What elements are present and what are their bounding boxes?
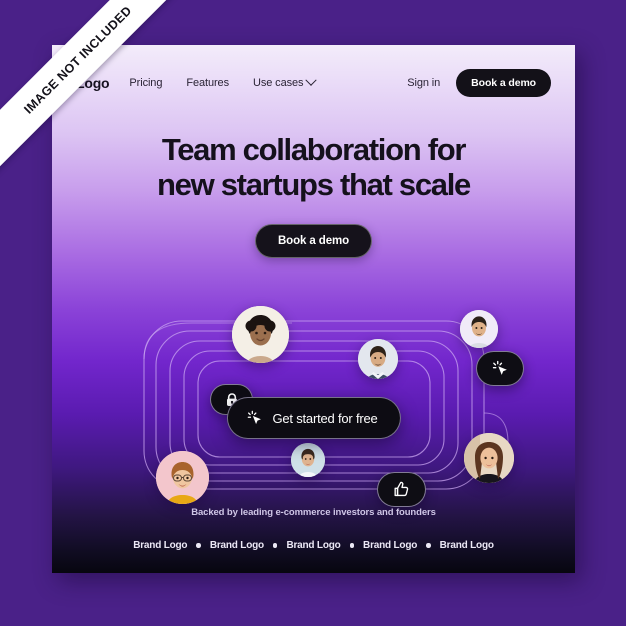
avatar-image [156, 451, 209, 504]
avatar-bottom-center[interactable] [291, 443, 325, 477]
separator-dot-icon [272, 543, 278, 548]
cursor-badge[interactable] [476, 351, 524, 386]
avatar-top-right[interactable] [460, 310, 498, 348]
network-orbit-graphic: Get started for free [52, 293, 575, 523]
nav-link-use-cases-label: Use cases [252, 76, 304, 89]
sign-in-link[interactable]: Sign in [407, 77, 440, 89]
landing-page-card: Logo Pricing Features Use cases Sign in … [52, 45, 575, 573]
avatar-bottom-left[interactable] [156, 451, 209, 504]
nav-link-use-cases[interactable]: Use cases [252, 74, 318, 89]
brand-logo-item: Brand Logo [439, 540, 494, 551]
avatar-image [291, 443, 325, 477]
screenshot-canvas: Logo Pricing Features Use cases Sign in … [0, 0, 626, 626]
thumbs-up-icon [394, 481, 409, 497]
hero-section: Team collaboration for new startups that… [52, 132, 575, 259]
brand-logo-item: Brand Logo [209, 540, 264, 551]
headline-line-1: Team collaboration for [161, 132, 467, 167]
avatar-image [460, 310, 498, 348]
avatar-top-left[interactable] [232, 306, 289, 363]
nav-link-features-label: Features [186, 76, 229, 89]
avatar-image [358, 339, 398, 379]
avatar-image [464, 433, 514, 483]
backed-by-text: Backed by leading e-commerce investors a… [191, 507, 436, 518]
separator-dot-icon [196, 543, 201, 548]
brand-logo-item: Brand Logo [286, 540, 341, 551]
nav-link-features[interactable]: Features [186, 77, 229, 89]
thumbs-up-badge[interactable] [377, 472, 426, 507]
brand-logo-item: Brand Logo [133, 540, 188, 551]
page-title: Team collaboration for new startups that… [99, 132, 529, 202]
avatar-bottom-right[interactable] [464, 433, 514, 483]
hero-book-a-demo-button[interactable]: Book a demo [254, 224, 373, 259]
top-navigation-bar: Logo Pricing Features Use cases Sign in … [52, 45, 575, 120]
nav-link-pricing[interactable]: Pricing [129, 77, 162, 89]
get-started-label: Get started for free [272, 410, 378, 426]
brand-logo-item: Brand Logo [363, 540, 418, 551]
separator-dot-icon [426, 543, 431, 548]
chevron-down-icon [305, 74, 318, 86]
cursor-click-icon [492, 360, 507, 375]
headline-line-2: new startups that scale [157, 166, 471, 202]
get-started-for-free-button[interactable]: Get started for free [226, 397, 401, 439]
brand-logo-list: Brand Logo Brand Logo Brand Logo Brand L… [52, 540, 575, 551]
nav-right-group: Sign in Book a demo [407, 68, 551, 97]
avatar-image [232, 306, 289, 363]
cursor-click-icon [247, 410, 261, 425]
nav-link-pricing-label: Pricing [129, 76, 163, 89]
nav-book-a-demo-button[interactable]: Book a demo [456, 68, 551, 97]
separator-dot-icon [349, 543, 355, 548]
footer-section: Backed by leading e-commerce investors a… [52, 507, 575, 551]
avatar-top-center[interactable] [358, 339, 398, 379]
